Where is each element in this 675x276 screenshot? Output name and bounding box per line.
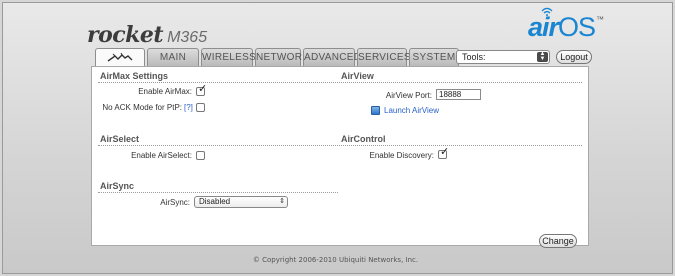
noack-help-link[interactable]: [?] [184,103,193,112]
brand-name: rocket [87,22,164,48]
airos-logo-air: air [528,12,559,42]
launch-airview-link[interactable]: Launch AirView [384,106,439,115]
tab-ubnt-logo[interactable] [95,48,145,67]
brand-model: M365 [167,29,208,46]
tab-network[interactable]: NETWORK [255,48,309,67]
ubiquiti-logo-icon [107,53,133,62]
tab-wireless[interactable]: WIRELESS [201,48,256,67]
enable-airselect-checkbox[interactable] [196,151,205,160]
footer-copyright: © Copyright 2006-2010 Ubiquiti Networks,… [252,256,419,264]
enable-airmax-label: Enable AirMax: [138,87,192,96]
airview-icon [371,106,380,115]
airsync-select[interactable]: Disabled ⇕ [194,196,288,208]
airview-port-input[interactable]: 18888 [436,89,481,100]
enable-discovery-checkbox[interactable]: ✓ [438,146,449,159]
airview-divider [339,82,582,83]
main-tabs: MAIN WIRELESS NETWORK ADVANCED SERVICES … [95,48,461,67]
noack-label: No ACK Mode for PtP: [102,103,182,112]
airsync-label: AirSync: [160,198,190,207]
tab-services[interactable]: SERVICES [357,48,410,67]
airos-logo-tm: ™ [596,15,604,24]
tab-advanced[interactable]: ADVANCED [303,48,361,67]
airmax-divider [98,82,338,83]
airselect-divider [98,145,338,146]
aircontrol-section-title: AirControl [341,134,386,144]
enable-discovery-label: Enable Discovery: [369,151,434,160]
change-button[interactable]: Change [539,234,577,248]
select-arrows-icon: ⇕ [279,198,285,205]
enable-airselect-label: Enable AirSelect: [131,151,192,160]
airos-logo: airOS™ [528,12,604,43]
airos-logo-os: OS [558,12,596,42]
tools-select[interactable]: Tools: ▲ ▼ [456,50,550,64]
noack-checkbox[interactable] [196,103,205,112]
airsync-section-title: AirSync [100,181,135,191]
tab-system[interactable]: SYSTEM [409,48,459,67]
select-arrows-icon: ▲ ▼ [537,51,548,62]
tools-select-value: Tools: [462,52,486,62]
airsync-divider [98,192,338,193]
airmax-section-title: AirMax Settings [100,71,169,81]
checkmark-icon: ✓ [440,146,450,158]
brand-logo: rocket M365 [87,22,207,48]
aircontrol-divider [339,145,582,146]
tab-main[interactable]: MAIN [147,48,199,67]
logout-button[interactable]: Logout [556,50,592,64]
enable-airmax-checkbox[interactable]: ✓ [196,83,207,96]
airselect-section-title: AirSelect [100,134,140,144]
airsync-select-value: Disabled [199,197,231,206]
airview-port-label: AirView Port: [385,91,432,100]
airview-section-title: AirView [341,71,374,81]
checkmark-icon: ✓ [198,83,208,95]
